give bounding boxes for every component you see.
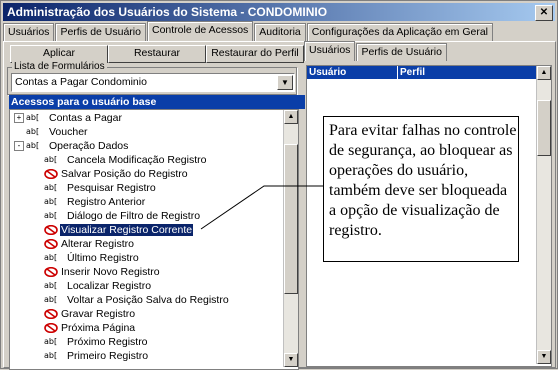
- tab-controle-acessos[interactable]: Controle de Acessos: [146, 21, 254, 41]
- tab-right-usuarios[interactable]: Usuários: [304, 41, 356, 61]
- annotation-callout: Para evitar falhas no controle de segura…: [323, 116, 519, 262]
- app-window: Administração dos Usuários do Sistema - …: [0, 0, 558, 370]
